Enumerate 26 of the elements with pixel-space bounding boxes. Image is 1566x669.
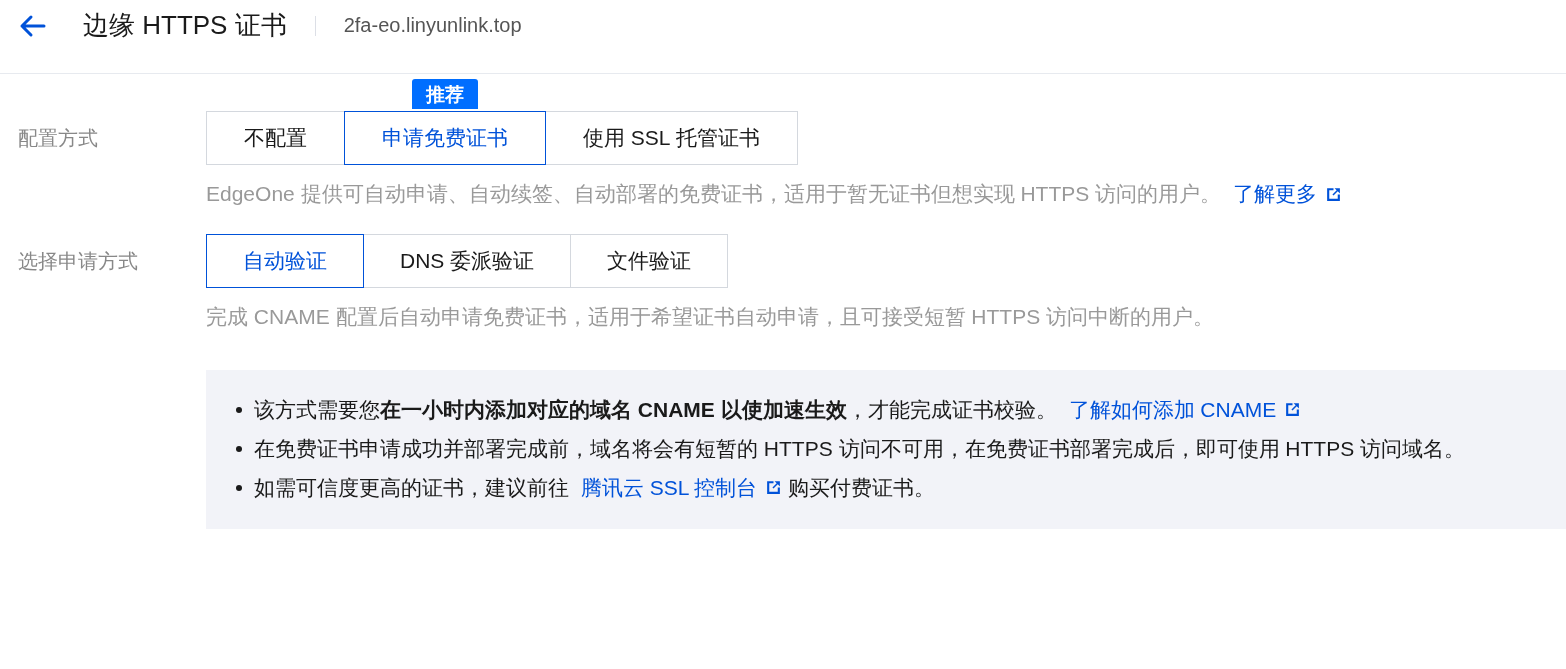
segment-option[interactable]: 自动验证	[206, 234, 364, 288]
notice-text: 在免费证书申请成功并部署完成前，域名将会有短暂的 HTTPS 访问不可用，在免费证书部署完成后，即可使用 HTTPS 访问域名。	[254, 436, 1465, 462]
external-link-icon	[1324, 185, 1342, 203]
segment-option[interactable]: DNS 委派验证	[363, 234, 572, 288]
segment-option[interactable]: 文件验证	[570, 234, 729, 288]
description-text: 完成 CNAME 配置后自动申请免费证书，适用于希望证书自动申请，且可接受短暂 HTTPS 访问中断的用户。	[206, 304, 1215, 330]
bullet-icon	[236, 445, 242, 452]
recommended-badge: 推荐	[412, 79, 478, 109]
learn-more-link[interactable]: 了解更多	[1232, 179, 1342, 209]
page-title: 边缘 HTTPS 证书	[83, 9, 287, 42]
notice-text: 该方式需要您在一小时内添加对应的域名 CNAME 以使加速生效，才能完成证书校验。 了解如何添加 CNAME	[254, 390, 1302, 429]
domain-name: 2fa-eo.linyunlink.top	[343, 14, 522, 37]
back-icon[interactable]	[18, 13, 46, 38]
field-label: 配置方式	[17, 126, 99, 151]
field-label: 选择申请方式	[17, 249, 139, 274]
description-text: EdgeOne 提供可自动申请、自动续签、自动部署的免费证书，适用于暂无证书但想实现 HTTPS 访问的用户。 了解更多	[206, 179, 1566, 209]
bullet-icon	[236, 484, 242, 491]
notice-text: 如需可信度更高的证书，建议前往 腾讯云 SSL 控制台 购买付费证书。	[254, 468, 936, 507]
segment-option[interactable]: 申请免费证书	[344, 111, 546, 165]
external-link-icon	[765, 479, 783, 496]
bullet-icon	[236, 406, 242, 413]
notice-link[interactable]: 了解如何添加 CNAME	[1068, 390, 1302, 429]
external-link-icon	[1284, 401, 1302, 418]
segment-option[interactable]: 不配置	[206, 111, 345, 165]
notice-link[interactable]: 腾讯云 SSL 控制台	[580, 468, 783, 507]
segment-option[interactable]: 使用 SSL 托管证书	[545, 111, 798, 165]
